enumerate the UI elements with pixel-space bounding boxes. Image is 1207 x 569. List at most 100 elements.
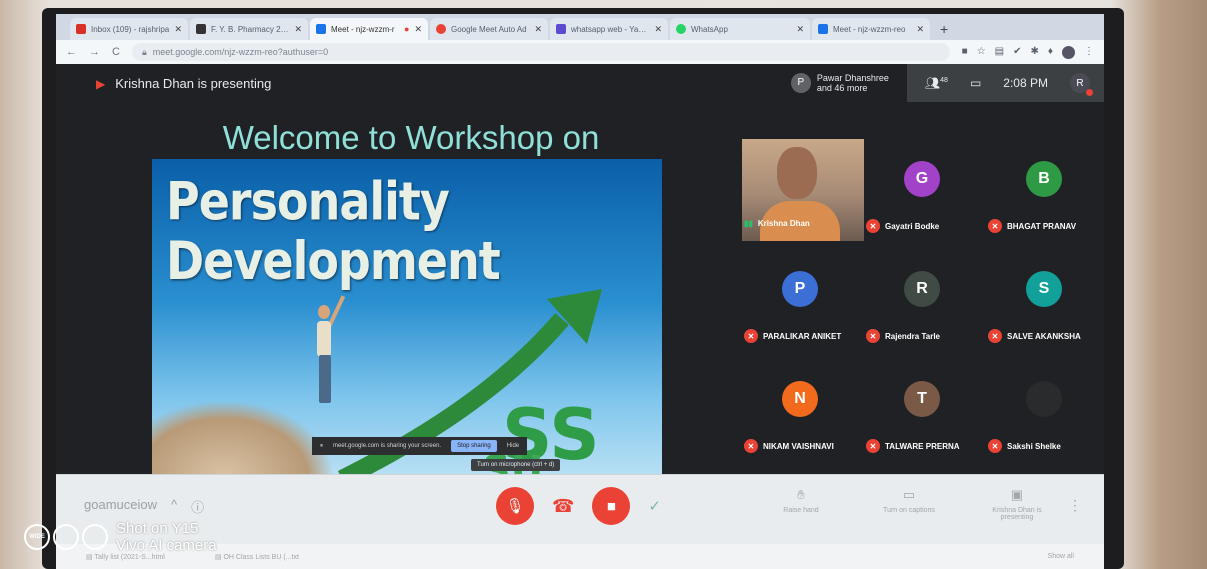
mic-off-icon: 🎙︎: [505, 498, 525, 515]
participant-name-text: SALVE AKANKSHA: [1007, 331, 1081, 341]
raise-hand-label: Raise hand: [783, 507, 819, 514]
hang-up-button[interactable]: ☎︎: [552, 496, 574, 517]
people-icon: 👥︎: [924, 76, 941, 90]
participant-tile[interactable]: G ✕ Gayatri Bodke: [864, 139, 984, 239]
mic-off-icon: ✕: [988, 219, 1002, 233]
meeting-details[interactable]: goamuceiow ^ ⓘ: [84, 497, 204, 516]
forward-icon[interactable]: →: [89, 46, 100, 58]
participant-name: ✕ Rajendra Tarle: [866, 329, 940, 343]
chat-icon[interactable]: ▭: [970, 76, 981, 90]
mic-toggle-button[interactable]: 🎙︎: [496, 487, 534, 525]
more-options-icon[interactable]: ⋮: [1068, 497, 1082, 514]
avatar: T: [904, 381, 940, 417]
star-icon[interactable]: ☆: [977, 46, 986, 59]
close-tab-icon[interactable]: ✕: [294, 24, 302, 35]
close-tab-icon[interactable]: ✕: [534, 24, 542, 35]
participant-tile[interactable]: B ✕ BHAGAT PRANAV: [986, 139, 1104, 239]
reload-icon[interactable]: C: [112, 46, 120, 58]
participants-summary[interactable]: P Pawar Dhanshree and 46 more: [790, 73, 889, 93]
participant-name-text: NIKAM VAISHNAVI: [763, 441, 834, 451]
download-item[interactable]: ▤ OH Class Lists BU (...txt: [215, 553, 299, 561]
participant-tile[interactable]: P ✕ PARALIKAR ANIKET: [742, 249, 862, 349]
participant-name-text: Gayatri Bodke: [885, 221, 940, 231]
camera-toggle-button[interactable]: ■: [592, 487, 631, 525]
classroom-icon: [196, 24, 206, 34]
participant-tile[interactable]: N ✕ NIKAM VAISHNAVI: [742, 359, 862, 459]
meeting-code: goamuceiow: [84, 497, 157, 512]
puzzle-icon[interactable]: ✱: [1031, 46, 1039, 59]
mic-off-icon: ✕: [744, 439, 758, 453]
camera-icon[interactable]: ■: [962, 46, 968, 59]
url-text: meet.google.com/njz-wzzm-reo?authuser=0: [152, 47, 329, 57]
tab-meet-active[interactable]: Meet - njz-wzzm-r ● ✕: [310, 18, 428, 40]
tab-pharmacy[interactable]: F. Y. B. Pharmacy 2021- ✕: [190, 18, 308, 40]
tab-meet-second[interactable]: Meet - njz-wzzm-reo ✕: [812, 18, 930, 40]
participant-name: ✕ TALWARE PRERNA: [866, 439, 960, 453]
media-icon[interactable]: ♦: [1048, 46, 1053, 59]
check-icon[interactable]: ✓: [648, 497, 661, 515]
avatar: S: [1026, 271, 1062, 307]
participant-tile[interactable]: T ✕ TALWARE PRERNA: [864, 359, 984, 459]
slide-line-1: Personality: [166, 169, 450, 232]
wide-badge: WIDE: [24, 524, 50, 550]
close-tab-icon[interactable]: ✕: [916, 24, 924, 35]
lock-icon: 🔒︎: [141, 46, 147, 57]
participant-tile[interactable]: S ✕ SALVE AKANKSHA: [986, 249, 1104, 349]
participant-name-text: Krishna Dhan: [757, 219, 810, 228]
watermark-line-1: Shot on Y15: [116, 520, 199, 537]
browser-tab-strip: Inbox (109) - rajshripa ✕ F. Y. B. Pharm…: [56, 14, 1104, 40]
whatsapp-icon: [676, 24, 686, 34]
show-all-button[interactable]: Show all: [1048, 553, 1074, 560]
tab-yahoo[interactable]: whatsapp web - Yahoo ✕: [550, 18, 668, 40]
presenting-text: Krishna Dhan is presenting: [115, 76, 272, 91]
mic-off-icon: ✕: [988, 439, 1002, 453]
back-icon[interactable]: ←: [66, 46, 77, 58]
participant-tile[interactable]: ▮▮ Krishna Dhan: [742, 139, 864, 241]
file-icon: ▤: [214, 553, 222, 561]
tab-meet-auto-admit[interactable]: Google Meet Auto Ad ✕: [430, 18, 548, 40]
info-icon[interactable]: ⓘ: [191, 497, 204, 516]
browser-toolbar: ← → C 🔒︎ meet.google.com/njz-wzzm-reo?au…: [56, 40, 1104, 64]
avatar: G: [904, 161, 940, 197]
menu-dots-icon[interactable]: ⋮: [1084, 46, 1094, 59]
tab-gmail[interactable]: Inbox (109) - rajshripa ✕: [70, 18, 188, 40]
speaking-icon: ▮▮: [744, 219, 753, 228]
lens-circle: [82, 524, 108, 550]
extension-icon[interactable]: ▤: [995, 46, 1004, 59]
tab-label: F. Y. B. Pharmacy 2021-: [211, 24, 290, 34]
mic-off-icon: ✕: [744, 329, 758, 343]
participant-name: ✕ Sakshi Shelke: [988, 439, 1061, 453]
stop-sharing-button[interactable]: Stop sharing: [451, 440, 497, 452]
participant-name-text: Rajendra Tarle: [885, 331, 940, 341]
avatar: N: [782, 381, 818, 417]
close-tab-icon[interactable]: ✕: [654, 24, 662, 35]
user-avatar[interactable]: R: [1070, 73, 1093, 96]
extensions-area: ■ ☆ ▤ ✔ ✱ ♦ ⋮: [962, 45, 1094, 59]
avatar: P: [782, 271, 818, 307]
person-graphic: [317, 295, 346, 404]
close-tab-icon[interactable]: ✕: [414, 24, 422, 35]
raise-hand-button[interactable]: ✋︎ Raise hand: [766, 487, 836, 521]
captions-button[interactable]: ▭ Turn on captions: [874, 487, 944, 521]
chevron-up-icon[interactable]: ^: [171, 497, 177, 516]
new-tab-button[interactable]: +: [932, 18, 956, 40]
avatar: R: [904, 271, 940, 307]
check-icon[interactable]: ✔: [1013, 46, 1021, 59]
hide-button[interactable]: Hide: [507, 443, 519, 449]
profile-avatar[interactable]: [1062, 45, 1075, 59]
participant-tile[interactable]: R ✕ Rajendra Tarle: [864, 249, 984, 349]
meet-topbar: P Pawar Dhanshree and 46 more 👥︎48 ▭ 2:0…: [790, 64, 1104, 102]
people-button[interactable]: 👥︎48: [925, 76, 948, 90]
extension-icon: [436, 24, 446, 34]
meet-icon: [316, 24, 326, 34]
mic-off-icon: ✕: [866, 219, 880, 233]
mic-off-icon: ✕: [866, 329, 880, 343]
tab-whatsapp[interactable]: WhatsApp ✕: [670, 18, 810, 40]
participant-tile[interactable]: ✕ Sakshi Shelke: [986, 359, 1104, 459]
hand-icon: ✋︎: [797, 487, 805, 502]
presenting-button[interactable]: ▣ Krishna Dhan is presenting: [982, 487, 1052, 521]
close-tab-icon[interactable]: ✕: [174, 24, 182, 35]
call-controls: 🎙︎ ☎︎ ■ ✓: [496, 487, 661, 525]
close-tab-icon[interactable]: ✕: [796, 24, 804, 35]
address-bar[interactable]: 🔒︎ meet.google.com/njz-wzzm-reo?authuser…: [131, 43, 950, 61]
